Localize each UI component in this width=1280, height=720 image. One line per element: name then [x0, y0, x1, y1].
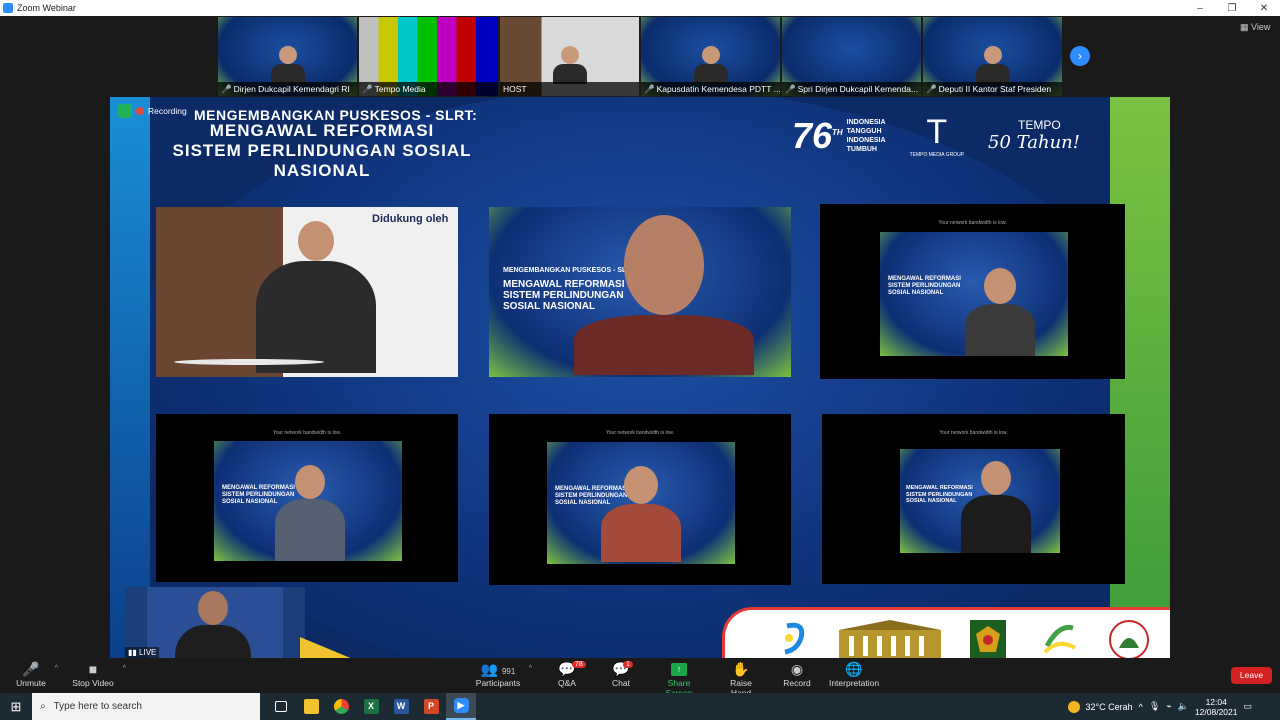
windows-start-icon[interactable]: ⊞ [0, 693, 32, 720]
istana-logo [835, 618, 945, 658]
zoom-app-icon [3, 3, 13, 13]
participants-icon: 👥 991 [480, 661, 516, 677]
record-button[interactable]: ◉ Record [783, 661, 811, 688]
live-badge: ▮▮ LIVE [125, 647, 160, 658]
qa-badge: 78 [572, 661, 586, 668]
sponsor-logos: 76TH INDONESIA TANGGUH INDONESIA TUMBUH T … [792, 113, 1080, 158]
recording-dot-icon [136, 107, 144, 115]
tut-wuri-logo [1101, 618, 1157, 658]
participant-name: HOST [503, 84, 527, 94]
search-icon: ⌕ [40, 701, 46, 712]
logo-tempo-50-tahun: TEMPO 50 Tahun! [988, 118, 1080, 153]
excel-icon[interactable]: X [356, 693, 386, 720]
chevron-up-icon[interactable]: ^ [123, 665, 126, 672]
participant-thumbnail-strip: 🎤 Dirjen Dukcapil Kemendagri RI 🎤 Tempo Me… [218, 17, 1062, 96]
participant-thumbnail[interactable]: HOST [500, 17, 639, 96]
recording-indicator: Recording [118, 104, 187, 118]
video-tile-participant[interactable]: Your network bandwidth is low. MENGAWAL … [489, 414, 791, 585]
muted-mic-icon: 🎤 [785, 84, 796, 94]
bappenas-logo [775, 618, 815, 658]
record-icon: ◉ [790, 661, 804, 677]
qa-button[interactable]: 💬 Q&A 78 [554, 661, 586, 688]
title-line-2: MENGAWAL REFORMASI [209, 121, 435, 140]
globe-icon: 🌐 [845, 661, 863, 677]
unmute-button[interactable]: 🎤 Unmute ^ [14, 661, 58, 688]
system-tray: 32°C Cerah ^ 🎙 ⌁ 🔈 12:04 12/08/2021 ▭ [1067, 693, 1280, 720]
participant-name: Deputi II Kantor Staf Presiden [938, 84, 1052, 94]
participant-thumbnail[interactable]: 🎤 Spri Dirjen Dukcapil Kemenda... [782, 17, 921, 96]
recording-label: Recording [148, 106, 187, 116]
participants-count: 991 [501, 667, 516, 676]
participant-thumbnail[interactable]: 🎤 Kapusdatin Kemendesa PDTT ... [641, 17, 780, 96]
muted-microphone-icon: 🎤 [22, 661, 40, 677]
chevron-up-icon[interactable]: ^ [529, 665, 532, 672]
participants-button[interactable]: 👥 991 Participants ^ [474, 661, 532, 688]
stop-video-button[interactable]: ■ Stop Video ^ [70, 661, 126, 688]
video-tile-participant[interactable]: Your network bandwidth is low. MENGAWAL … [156, 414, 458, 582]
chat-badge: 1 [623, 661, 633, 668]
title-line-3: SISTEM PERLINDUNGAN SOSIAL NASIONAL [172, 141, 472, 180]
chevron-up-icon[interactable]: ^ [55, 665, 58, 672]
zoom-taskbar-icon[interactable]: ▶ [446, 693, 476, 720]
weather-text[interactable]: 32°C Cerah [1086, 702, 1133, 712]
title-bar: Zoom Webinar – ❐ ✕ [0, 0, 1280, 16]
shield-icon [118, 104, 132, 118]
muted-mic-icon: 🎤 [644, 84, 655, 94]
volume-icon[interactable]: 🔈 [1178, 701, 1189, 712]
minimize-button[interactable]: – [1184, 3, 1216, 14]
hand-icon: ✋ [732, 661, 750, 677]
close-button[interactable]: ✕ [1248, 3, 1280, 14]
windows-taskbar: ⊞ ⌕ Type here to search X W P ▶ 32°C Cer… [0, 693, 1280, 720]
taskbar-search-input[interactable]: ⌕ Type here to search [32, 693, 260, 720]
muted-mic-icon: 🎤 [221, 84, 232, 94]
chat-button[interactable]: 💬 Chat 1 [608, 661, 634, 688]
participant-name: Kapusdatin Kemendesa PDTT ... [656, 84, 780, 94]
sign-language-interpreter-video: ▮▮ LIVE [125, 587, 305, 658]
word-icon[interactable]: W [386, 693, 416, 720]
leave-button[interactable]: Leave [1231, 667, 1272, 684]
file-explorer-icon[interactable] [296, 693, 326, 720]
participant-name: Dirjen Dukcapil Kemendagri RI [233, 84, 350, 94]
webinar-subtitle: MENGAWAL REFORMASI SISTEM PERLINDUNGAN S… [132, 121, 512, 181]
search-placeholder: Type here to search [53, 701, 142, 712]
view-button[interactable]: ▦ View [1240, 22, 1270, 33]
chevron-right-icon[interactable]: › [1070, 46, 1090, 66]
kemensos-logo [1039, 618, 1079, 658]
main-video-stage: Recording MENGEMBANGKAN PUSKESOS - SLRT:… [110, 97, 1170, 658]
task-view-icon[interactable] [266, 693, 296, 720]
muted-mic-icon: 🎤 [362, 84, 373, 94]
weather-sun-icon [1067, 700, 1080, 713]
studio-banner: Didukung oleh [372, 213, 449, 225]
participant-thumbnail[interactable]: 🎤 Dirjen Dukcapil Kemendagri RI [218, 17, 357, 96]
logo-76-indonesia: 76TH INDONESIA TANGGUH INDONESIA TUMBUH [791, 114, 886, 156]
video-tile-host[interactable]: Didukung oleh [156, 207, 458, 377]
meeting-control-bar: 🎤 Unmute ^ ■ Stop Video ^ 👥 991 Particip… [0, 658, 1280, 698]
muted-mic-icon: 🎤 [926, 84, 937, 94]
notifications-icon[interactable]: ▭ [1243, 701, 1252, 712]
interpretation-button[interactable]: 🌐 Interpretation [828, 661, 880, 688]
participant-thumbnail[interactable]: 🎤 Deputi II Kantor Staf Presiden [923, 17, 1062, 96]
video-camera-icon: ■ [88, 661, 98, 677]
chevron-up-icon[interactable]: ^ [1139, 702, 1143, 712]
participant-name: Tempo Media [374, 84, 426, 94]
share-screen-icon: ↑ [671, 663, 687, 676]
maximize-button[interactable]: ❐ [1216, 3, 1248, 14]
video-tile-participant[interactable]: Your network bandwidth is low. MENGAWAL … [820, 204, 1125, 379]
video-tile-speaker[interactable]: MENGEMBANGKAN PUSKESOS - SLRT: MENGAWAL … [489, 207, 791, 377]
logo-tempo-media-group: T TEMPO MEDIA GROUP [909, 113, 965, 158]
powerpoint-icon[interactable]: P [416, 693, 446, 720]
kemendagri-logo [968, 618, 1008, 658]
network-icon[interactable]: ⌁ [1166, 701, 1171, 712]
participant-name: Spri Dirjen Dukcapil Kemenda... [797, 84, 919, 94]
partner-logo-bar [722, 607, 1170, 658]
clock[interactable]: 12:04 12/08/2021 [1195, 697, 1238, 717]
microphone-tray-icon[interactable]: 🎙 [1149, 701, 1160, 712]
window-title: Zoom Webinar [17, 3, 76, 13]
participant-thumbnail[interactable]: 🎤 Tempo Media [359, 17, 498, 96]
video-tile-participant[interactable]: Your network bandwidth is low. MENGAWAL … [822, 414, 1125, 584]
chrome-icon[interactable] [326, 693, 356, 720]
